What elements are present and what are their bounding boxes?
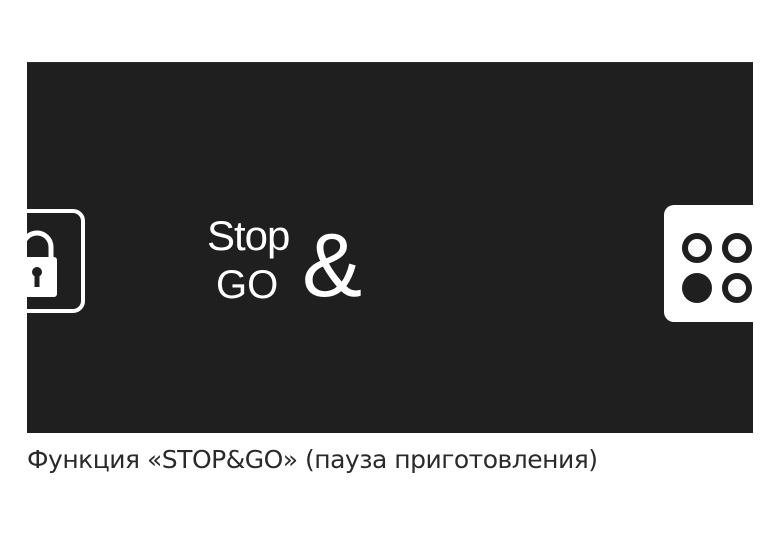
stop-and-go-button[interactable]: Stop GO & — [207, 212, 377, 312]
control-panel-display: Stop GO & — [27, 62, 753, 433]
figure-caption: Функция «STOP&GO» (пауза приготовления) — [27, 445, 598, 474]
stop-label: Stop — [207, 212, 290, 259]
panel-top-edge — [27, 62, 753, 63]
ampersand-symbol: & — [302, 216, 363, 316]
go-label: GO — [216, 263, 279, 307]
keypad-grid-icon — [682, 233, 752, 303]
lock-icon — [27, 230, 57, 297]
